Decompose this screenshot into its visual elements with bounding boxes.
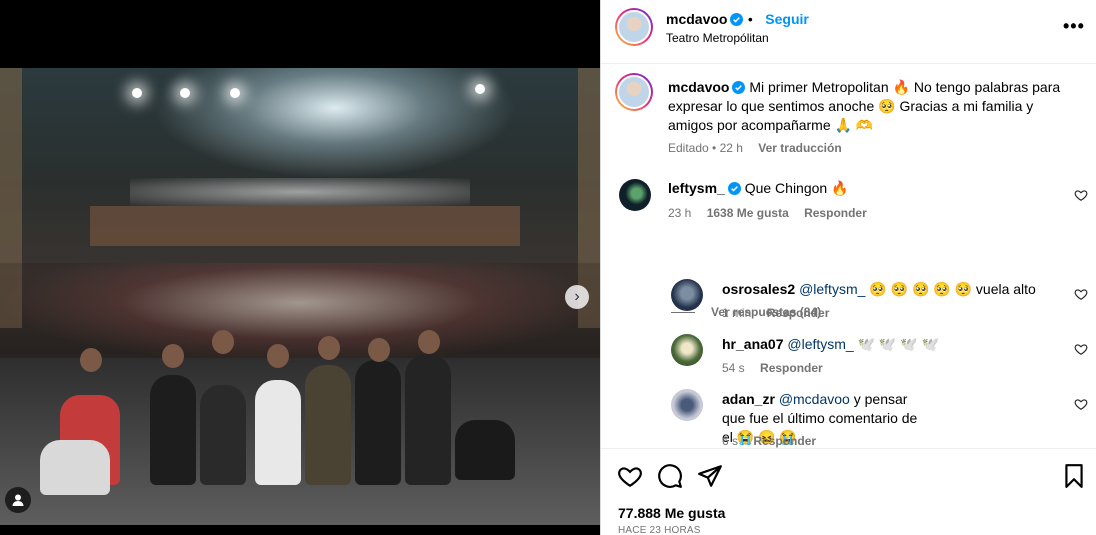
likes-count[interactable]: 77.888 Me gusta [618,505,725,521]
performer-head [162,344,184,368]
comment-avatar[interactable] [619,179,651,211]
caption-time: 22 h [719,141,743,155]
performer [305,365,351,485]
performer-head [267,344,289,368]
heart-icon[interactable] [1074,188,1088,202]
reply-username[interactable]: adan_zr [722,391,775,407]
performer [255,380,301,485]
reply-time: 6 s [722,434,739,448]
comment-time: 23 h [668,206,692,220]
user-tag-icon[interactable] [5,487,31,513]
reply-button[interactable]: Responder [753,434,816,448]
stage-light [132,88,142,98]
performer [355,360,401,485]
more-options-icon[interactable]: ••• [1063,16,1085,37]
reply-button[interactable]: Responder [767,306,830,320]
performer [150,375,196,485]
comment-meta: 23 h 1638 Me gusta Responder [668,206,879,220]
caption-avatar[interactable] [615,73,653,111]
reply-button[interactable]: Responder [804,206,867,220]
comment-username[interactable]: leftysm_ [668,180,725,196]
performer [455,420,515,480]
post-panel: mcdavoo • Seguir Teatro Metropólitan •••… [600,0,1096,535]
balcony-crowd [130,178,470,206]
post-header: mcdavoo • Seguir Teatro Metropólitan ••• [601,0,1096,64]
stage-light [180,88,190,98]
chevron-right-icon[interactable]: › [565,285,589,309]
performer-head [368,338,390,362]
reply-mention[interactable]: @leftysm_ [799,281,865,297]
stage-light [475,84,485,94]
reply-mention[interactable]: @mcdavoo [779,391,850,407]
concert-photo [0,68,600,525]
reply-meta: 1 min Responder [722,306,841,320]
performer-head [418,330,440,354]
reply-comment: osrosales2 @leftysm_ 🥺 🥺 🥺 🥺 🥺 vuela alt… [601,278,1096,328]
caption-username[interactable]: mcdavoo [668,79,729,95]
stage-light [230,88,240,98]
reply-meta: 6 s Responder [722,434,828,448]
performer [40,440,110,495]
verified-badge-icon [732,81,746,94]
reply-time: 54 s [722,361,745,375]
comment: leftysm_ Que Chingon 🔥 23 h 1638 Me gust… [601,175,1096,235]
heart-icon[interactable] [1074,342,1088,356]
comment-text: Que Chingon 🔥 [744,180,849,196]
reply-time: 1 min [722,306,752,320]
reply-username[interactable]: hr_ana07 [722,336,783,352]
reply-comment: hr_ana07 @leftysm_ 🕊️ 🕊️ 🕊️ 🕊️ 54 s Resp… [601,333,1096,383]
comment-likes[interactable]: 1638 Me gusta [707,206,789,220]
reply-avatar[interactable] [671,334,703,366]
follow-button[interactable]: Seguir [765,11,809,27]
comments-scroll[interactable]: mcdavoo Mi primer Metropolitan 🔥 No teng… [601,65,1096,448]
heart-icon[interactable] [1074,287,1088,301]
audience [0,263,600,358]
post-location[interactable]: Teatro Metropólitan [666,31,769,45]
reply-text: 🕊️ 🕊️ 🕊️ 🕊️ [857,336,940,352]
edited-label: Editado [668,141,709,155]
translate-link[interactable]: Ver traducción [758,141,841,155]
bookmark-icon[interactable] [1061,463,1087,489]
heart-icon[interactable] [617,463,643,489]
performer-head [80,348,102,372]
performer-head [212,330,234,354]
share-icon[interactable] [697,463,723,489]
reply-text: 🥺 🥺 🥺 🥺 🥺 vuela alto [869,281,1036,297]
heart-icon[interactable] [1074,397,1088,411]
reply-avatar[interactable] [671,279,703,311]
reply-avatar[interactable] [671,389,703,421]
reply-mention[interactable]: @leftysm_ [787,336,853,352]
reply-comment: adan_zr @mcdavoo y pensar que fue el últ… [601,388,1096,448]
balcony-rail [90,206,520,246]
caption-meta: Editado • 22 h Ver traducción [668,141,842,155]
reply-username[interactable]: osrosales2 [722,281,795,297]
performer [200,385,246,485]
reply-meta: 54 s Responder [722,361,835,375]
reply-button[interactable]: Responder [760,361,823,375]
verified-badge-icon [727,182,741,195]
verified-badge-icon [730,13,744,26]
performer [405,355,451,485]
performer-head [318,336,340,360]
post-timestamp[interactable]: HACE 23 HORAS [618,525,701,535]
comment-icon[interactable] [657,463,683,489]
post-media[interactable]: › [0,0,600,535]
author-username[interactable]: mcdavoo [666,11,727,27]
author-avatar[interactable] [615,8,653,46]
post-actions: 77.888 Me gusta HACE 23 HORAS [601,448,1096,535]
